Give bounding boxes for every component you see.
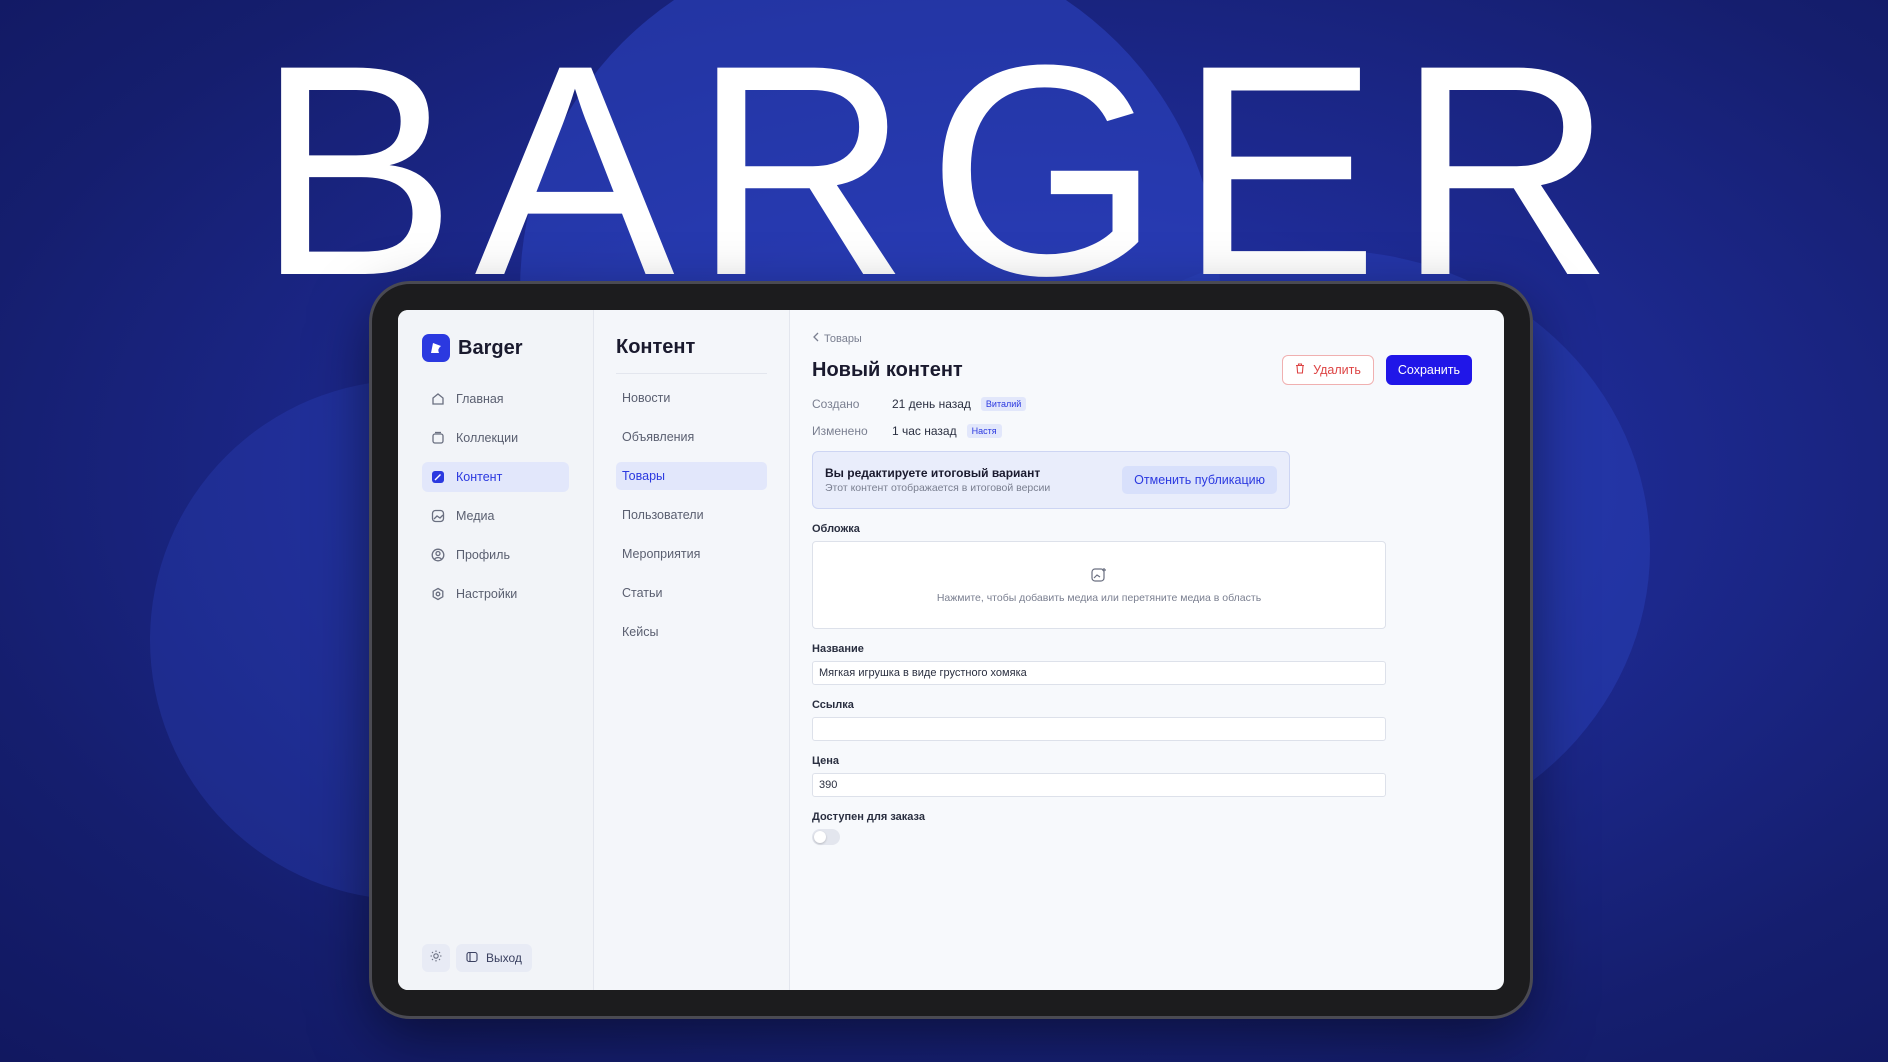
- sidebar-item-profile[interactable]: Профиль: [422, 540, 569, 570]
- content-type-cases[interactable]: Кейсы: [616, 618, 767, 646]
- sidebar-item-label: Контент: [456, 470, 503, 484]
- delete-label: Удалить: [1313, 363, 1361, 377]
- content-types-panel: Контент Новости Объявления Товары Пользо…: [594, 310, 790, 990]
- chevron-left-icon: [812, 332, 820, 345]
- author-badge: Виталий: [980, 396, 1027, 411]
- content-type-news[interactable]: Новости: [616, 384, 767, 412]
- cover-label: Обложка: [812, 523, 860, 535]
- sidebar-item-label: Коллекции: [456, 431, 519, 445]
- meta-value: 1 час назад: [892, 423, 957, 438]
- save-button[interactable]: Сохранить: [1385, 355, 1472, 385]
- user-icon: [430, 547, 446, 563]
- logout-label: Выход: [486, 951, 522, 965]
- price-label: Цена: [812, 755, 840, 767]
- trash-icon: [1295, 363, 1305, 377]
- link-input[interactable]: [812, 717, 1386, 741]
- logo-icon: [422, 334, 450, 362]
- editor-main: Товары Новый контент Удалить Сохранить С…: [790, 310, 1504, 990]
- sun-icon: [430, 949, 442, 967]
- meta-modified: Изменено 1 час назад Настя: [812, 422, 1480, 439]
- link-label: Ссылка: [812, 699, 854, 711]
- author-badge: Настя: [966, 423, 1002, 438]
- sidebar-item-settings[interactable]: Настройки: [422, 579, 569, 609]
- gear-icon: [430, 586, 446, 602]
- app-screen: Barger Главная Коллекции Контент Медиа П…: [398, 310, 1504, 990]
- content-type-products[interactable]: Товары: [616, 462, 767, 490]
- sidebar-item-label: Профиль: [456, 548, 510, 562]
- sidebar-item-media[interactable]: Медиа: [422, 501, 569, 531]
- image-icon: [430, 508, 446, 524]
- sidebar-footer: Выход: [422, 944, 532, 972]
- cover-dropzone[interactable]: Нажмите, чтобы добавить медиа или перетя…: [812, 541, 1386, 629]
- page-title: Новый контент: [812, 358, 963, 381]
- delete-button[interactable]: Удалить: [1282, 355, 1374, 385]
- meta-created: Создано 21 день назад Виталий: [812, 395, 1480, 412]
- header-actions: Удалить Сохранить: [1282, 355, 1472, 385]
- hero-title: BARGER: [256, 2, 1632, 338]
- unpublish-button[interactable]: Отменить публикацию: [1122, 466, 1277, 494]
- sidebar-item-home[interactable]: Главная: [422, 384, 569, 414]
- meta-label: Изменено: [812, 423, 868, 438]
- name-input[interactable]: Мягкая игрушка в виде грустного хомяка: [812, 661, 1386, 685]
- tablet-frame: Barger Главная Коллекции Контент Медиа П…: [372, 284, 1530, 1016]
- content-type-users[interactable]: Пользователи: [616, 501, 767, 529]
- logout-button[interactable]: Выход: [456, 944, 532, 972]
- name-label: Название: [812, 643, 864, 655]
- meta-label: Создано: [812, 396, 860, 411]
- home-icon: [430, 391, 446, 407]
- collection-icon: [430, 430, 446, 446]
- content-panel-title: Контент: [616, 336, 767, 374]
- notice-title: Вы редактируете итоговый вариант: [825, 466, 1041, 480]
- sidebar-item-collections[interactable]: Коллекции: [422, 423, 569, 453]
- add-image-icon: [1090, 567, 1108, 586]
- available-toggle[interactable]: [812, 829, 840, 845]
- content-type-events[interactable]: Мероприятия: [616, 540, 767, 568]
- publish-notice: Вы редактируете итоговый вариант Этот ко…: [812, 451, 1290, 509]
- sidebar-item-content[interactable]: Контент: [422, 462, 569, 492]
- content-type-announcements[interactable]: Объявления: [616, 423, 767, 451]
- notice-subtitle: Этот контент отображается в итоговой вер…: [825, 482, 1051, 494]
- dropzone-hint: Нажмите, чтобы добавить медиа или перетя…: [936, 591, 1262, 604]
- meta-value: 21 день назад: [892, 396, 971, 411]
- editor-header: Новый контент Удалить Сохранить: [812, 355, 1472, 385]
- logo-text: Barger: [458, 336, 523, 359]
- content-type-articles[interactable]: Статьи: [616, 579, 767, 607]
- breadcrumb-label: Товары: [824, 332, 862, 345]
- sidebar: Barger Главная Коллекции Контент Медиа П…: [398, 310, 594, 990]
- breadcrumb[interactable]: Товары: [812, 332, 1480, 345]
- theme-toggle-button[interactable]: [422, 944, 450, 972]
- logout-icon: [466, 951, 478, 966]
- price-input[interactable]: 390: [812, 773, 1386, 797]
- app-logo[interactable]: Barger: [422, 334, 569, 362]
- sidebar-item-label: Настройки: [456, 587, 518, 601]
- edit-icon: [430, 469, 446, 485]
- sidebar-item-label: Медиа: [456, 509, 495, 523]
- sidebar-item-label: Главная: [456, 392, 504, 406]
- available-label: Доступен для заказа: [812, 811, 925, 823]
